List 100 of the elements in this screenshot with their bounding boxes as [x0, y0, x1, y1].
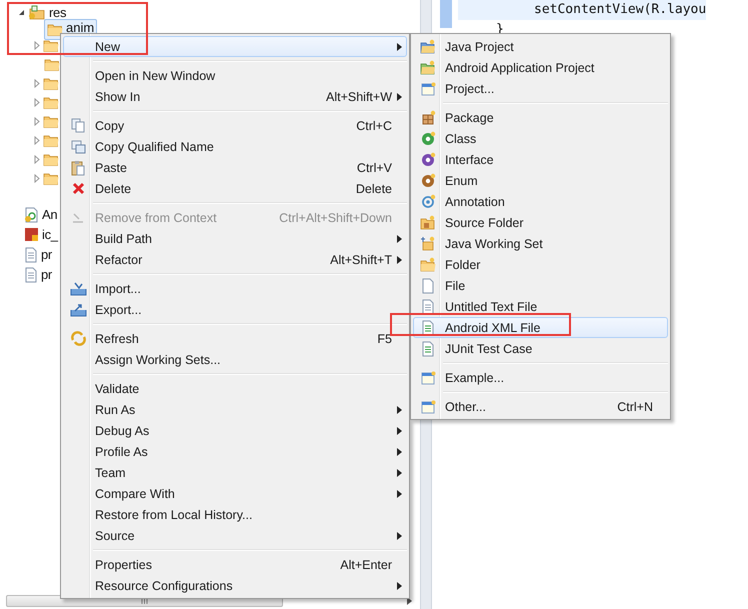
paste-icon — [71, 160, 85, 176]
menu-item[interactable]: Profile As — [63, 441, 407, 462]
menu-item[interactable]: Restore from Local History... — [63, 504, 407, 525]
collapse-triangle-icon[interactable] — [18, 9, 25, 16]
interface-icon — [420, 152, 436, 167]
menu-item[interactable]: Example... — [413, 367, 668, 388]
menu-item[interactable]: Project... — [413, 78, 668, 99]
menu-item[interactable]: Compare With — [63, 483, 407, 504]
enum-icon — [420, 173, 436, 188]
folder-icon — [47, 23, 63, 36]
menu-item[interactable]: Open in New Window — [63, 65, 407, 86]
remove-context-icon — [71, 212, 85, 224]
expand-triangle-icon[interactable] — [34, 79, 40, 88]
menu-item[interactable]: Build Path — [63, 228, 407, 249]
submenu-arrow-icon — [396, 234, 402, 242]
menu-item[interactable]: Class — [413, 128, 668, 149]
menu-item[interactable]: Interface — [413, 149, 668, 170]
package-icon — [420, 110, 436, 125]
tree-item[interactable]: pr — [41, 267, 52, 282]
folder-icon — [44, 58, 60, 71]
submenu-arrow-icon — [396, 582, 402, 590]
menu-item[interactable]: Validate — [63, 378, 407, 399]
expand-triangle-icon[interactable] — [34, 174, 40, 183]
menu-item[interactable]: Source — [63, 525, 407, 546]
menu-item[interactable]: New — [63, 36, 407, 57]
folder-icon — [43, 153, 59, 166]
expand-triangle-icon[interactable] — [34, 117, 40, 126]
window-icon — [420, 400, 436, 414]
tree-item[interactable]: pr — [41, 247, 52, 262]
menu-item[interactable]: Team — [63, 462, 407, 483]
expand-triangle-icon[interactable] — [34, 98, 40, 107]
resource-folder-icon — [28, 5, 46, 20]
expand-triangle-icon[interactable] — [34, 41, 40, 50]
menu-item[interactable]: Folder — [413, 254, 668, 275]
folder-icon — [43, 96, 59, 109]
submenu-arrow-icon — [396, 490, 402, 498]
expand-triangle-icon[interactable] — [34, 155, 40, 164]
menu-item[interactable]: Android XML File — [413, 317, 668, 338]
export-icon — [70, 302, 86, 316]
menu-item[interactable]: Show In Alt+Shift+W — [63, 86, 407, 107]
submenu-arrow-icon — [396, 532, 402, 540]
menu-item[interactable]: Copy Ctrl+C — [63, 115, 407, 136]
import-icon — [70, 282, 86, 296]
text-file-icon — [421, 298, 435, 314]
menu-item[interactable]: JUnit Test Case — [413, 338, 668, 359]
grip-icon — [141, 598, 148, 604]
submenu-arrow-icon — [396, 256, 402, 264]
source-folder-icon — [420, 215, 436, 230]
menu-item[interactable]: Annotation — [413, 191, 668, 212]
menu-item[interactable]: File — [413, 275, 668, 296]
submenu-arrow-icon — [396, 468, 402, 476]
refresh-icon — [70, 331, 86, 346]
menu-item[interactable]: Delete Delete — [63, 178, 407, 199]
annotation-icon — [420, 194, 436, 209]
file-icon — [24, 266, 38, 282]
tree-item[interactable]: ic_ — [42, 227, 58, 242]
file-icon — [24, 246, 38, 262]
copy-icon — [70, 140, 86, 154]
tree-item[interactable]: An — [42, 207, 58, 222]
delete-icon — [72, 182, 84, 195]
menu-item[interactable]: Import... — [63, 278, 407, 299]
tree-item[interactable]: res — [49, 5, 66, 20]
submenu-arrow-icon — [396, 426, 402, 434]
folder-icon — [43, 172, 59, 185]
menu-item[interactable]: Java Working Set — [413, 233, 668, 254]
copy-icon — [71, 118, 85, 133]
menu-item[interactable]: Untitled Text File — [413, 296, 668, 317]
xml-file-icon — [421, 320, 435, 336]
menu-item[interactable]: Refactor Alt+Shift+T — [63, 249, 407, 270]
folder-icon — [43, 115, 59, 128]
menu-item[interactable]: Paste Ctrl+V — [63, 157, 407, 178]
menu-item[interactable]: Run As — [63, 399, 407, 420]
expand-triangle-icon[interactable] — [34, 136, 40, 145]
submenu-arrow-icon — [396, 92, 402, 100]
menu-item[interactable]: Source Folder — [413, 212, 668, 233]
menu-item[interactable]: Copy Qualified Name — [63, 136, 407, 157]
android-file-icon — [24, 206, 39, 222]
menu-item[interactable]: Package — [413, 107, 668, 128]
project-folder-icon — [420, 60, 436, 75]
menu-item[interactable]: Other... Ctrl+N — [413, 396, 668, 417]
folder-icon — [43, 134, 59, 147]
class-icon — [420, 131, 436, 146]
menu-item[interactable]: Enum — [413, 170, 668, 191]
folder-icon — [43, 77, 59, 90]
menu-item[interactable]: Resource Configurations — [63, 575, 407, 596]
folder-icon — [420, 257, 436, 272]
menu-item[interactable]: Assign Working Sets... — [63, 349, 407, 370]
menu-item[interactable]: Debug As — [63, 420, 407, 441]
menu-item[interactable]: Java Project — [413, 36, 668, 57]
menu-item[interactable]: Properties Alt+Enter — [63, 554, 407, 575]
window-icon — [420, 370, 436, 384]
menu-item[interactable]: Export... — [63, 299, 407, 320]
menu-item[interactable]: Android Application Project — [413, 57, 668, 78]
submenu-arrow-icon — [396, 406, 402, 414]
project-folder-icon — [420, 39, 436, 54]
window-icon — [420, 82, 436, 96]
working-set-icon — [420, 236, 436, 251]
menu-item[interactable]: Refresh F5 — [63, 328, 407, 349]
test-file-icon — [421, 340, 435, 356]
folder-icon — [43, 39, 59, 52]
